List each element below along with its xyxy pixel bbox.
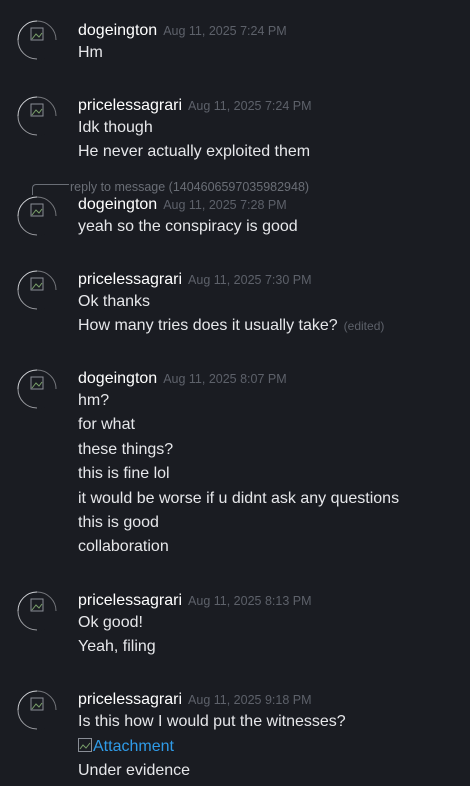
message-line: Ok good!: [78, 614, 143, 631]
user-avatar[interactable]: [17, 20, 57, 60]
author-name[interactable]: dogeington: [78, 22, 157, 39]
message-line: Hm: [78, 44, 103, 61]
avatar-placeholder-icon: [17, 20, 57, 60]
message-line: it would be worse if u didnt ask any que…: [78, 490, 400, 507]
timestamp: Aug 11, 2025 9:18 PM: [188, 693, 312, 707]
chat-log: dogeington Aug 11, 2025 7:24 PM Hm pricel…: [0, 0, 470, 786]
edited-label: (edited): [343, 319, 385, 333]
user-avatar[interactable]: [17, 690, 57, 730]
avatar-placeholder-icon: [17, 690, 57, 730]
author-name[interactable]: dogeington: [78, 370, 157, 387]
timestamp: Aug 11, 2025 7:28 PM: [163, 198, 287, 212]
timestamp: Aug 11, 2025 7:30 PM: [188, 273, 312, 287]
message-line: He never actually exploited them: [78, 143, 311, 160]
avatar-placeholder-icon: [17, 96, 57, 136]
author-name[interactable]: dogeington: [78, 196, 157, 213]
message-line: collaboration: [78, 538, 169, 555]
user-avatar[interactable]: [17, 369, 57, 409]
message-line: Is this how I would put the witnesses?: [78, 713, 346, 730]
user-avatar[interactable]: [17, 96, 57, 136]
reply-reference[interactable]: reply to message (1404606597035982948): [70, 180, 309, 194]
message-line: this is fine lol: [78, 465, 170, 482]
timestamp: Aug 11, 2025 7:24 PM: [188, 99, 312, 113]
avatar-placeholder-icon: [17, 369, 57, 409]
author-name[interactable]: pricelessagrari: [78, 691, 182, 708]
avatar-placeholder-icon: [17, 196, 57, 236]
user-avatar[interactable]: [17, 270, 57, 310]
message-line: yeah so the conspiracy is good: [78, 218, 298, 235]
message-line-wrapper: How many tries does it usually take? (edi…: [78, 317, 384, 335]
message-line: How many tries does it usually take?: [78, 317, 338, 334]
message-line: Yeah, filing: [78, 638, 156, 655]
timestamp: Aug 11, 2025 8:13 PM: [188, 594, 312, 608]
message-line: Idk though: [78, 119, 153, 136]
attachment-link[interactable]: Attachment: [78, 738, 174, 755]
message-line: hm?: [78, 392, 110, 409]
avatar-placeholder-icon: [17, 270, 57, 310]
author-name[interactable]: pricelessagrari: [78, 592, 182, 609]
author-name[interactable]: pricelessagrari: [78, 271, 182, 288]
attachment-line: Attachment: [78, 738, 174, 756]
message-line: Ok thanks: [78, 293, 151, 310]
reply-connector: [32, 184, 69, 195]
attachment-label: Attachment: [93, 738, 174, 755]
timestamp: Aug 11, 2025 7:24 PM: [163, 24, 287, 38]
user-avatar[interactable]: [17, 196, 57, 236]
message-line: these things?: [78, 441, 174, 458]
message-line: for what: [78, 416, 135, 433]
message-line: Under evidence: [78, 762, 191, 779]
timestamp: Aug 11, 2025 8:07 PM: [163, 372, 287, 386]
author-name[interactable]: pricelessagrari: [78, 97, 182, 114]
avatar-placeholder-icon: [17, 591, 57, 631]
user-avatar[interactable]: [17, 591, 57, 631]
message-line: this is good: [78, 514, 159, 531]
broken-image-icon: [78, 738, 92, 752]
